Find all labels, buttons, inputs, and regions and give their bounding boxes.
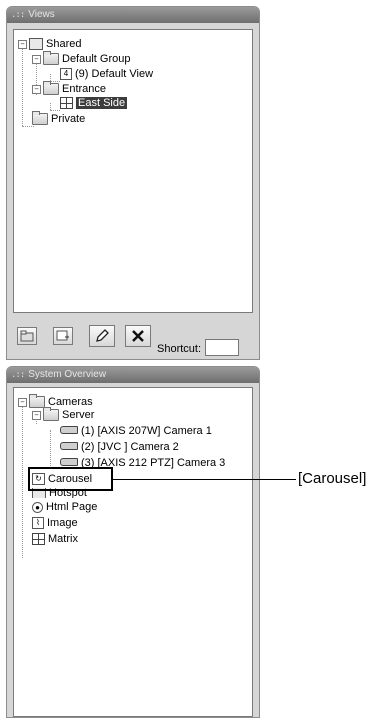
html-page-icon: ● <box>32 501 43 513</box>
shared-views-icon <box>29 38 43 50</box>
views-tree[interactable]: − Shared − Default Group 4 (9) Default V… <box>13 29 253 313</box>
system-overview-title: System Overview <box>28 369 107 380</box>
delete-x-icon <box>132 330 144 342</box>
callout-leader-line <box>113 479 296 480</box>
tree-item-private[interactable]: Private <box>32 111 86 126</box>
carousel-callout-label: [Carousel] <box>298 470 367 487</box>
folder-icon <box>43 51 59 65</box>
shortcut-label: Shortcut: <box>157 343 202 355</box>
tree-label: Private <box>51 113 86 125</box>
tree-item-default-view[interactable]: 4 (9) Default View <box>60 67 153 81</box>
camera-icon <box>60 457 78 466</box>
tree-label: (2) [JVC ] Camera 2 <box>81 441 179 453</box>
views-panel-header: .:: Views <box>7 7 259 23</box>
tree-label: (1) [AXIS 207W] Camera 1 <box>81 425 212 437</box>
delete-button[interactable] <box>125 325 151 347</box>
camera-icon <box>60 441 78 450</box>
new-group-button[interactable] <box>17 327 37 345</box>
tree-item-image[interactable]: ⌇ Image <box>32 516 78 530</box>
tree-label: Entrance <box>62 83 107 95</box>
folder-icon <box>32 111 48 125</box>
collapse-icon[interactable]: − <box>32 410 41 420</box>
tree-label: Cameras <box>48 396 93 408</box>
tree-item-camera-1[interactable]: (1) [AXIS 207W] Camera 1 <box>60 424 212 438</box>
pencil-icon <box>96 329 109 342</box>
shortcut-input[interactable] <box>205 339 239 356</box>
tree-label: Default Group <box>62 53 131 65</box>
carousel-callout-box <box>28 467 113 491</box>
tree-label-selected: East Side <box>76 97 128 109</box>
tree-item-cameras[interactable]: − Cameras <box>18 394 93 409</box>
quad-view-icon <box>60 97 73 109</box>
new-view-icon <box>56 330 69 341</box>
collapse-icon[interactable]: − <box>18 397 27 407</box>
tree-item-html-page[interactable]: ● Html Page <box>32 500 97 514</box>
tree-item-shared[interactable]: − Shared <box>18 37 81 51</box>
tree-item-server[interactable]: − Server <box>32 407 95 422</box>
tree-item-camera-2[interactable]: (2) [JVC ] Camera 2 <box>60 440 179 454</box>
tree-label: Html Page <box>46 501 98 513</box>
system-tree[interactable]: − Cameras − Server (1) [AXIS 207W] Camer… <box>13 387 253 717</box>
views-panel: .:: Views − Shared − Default Group 4 (9)… <box>6 6 260 360</box>
tree-label: (9) Default View <box>75 68 154 80</box>
folder-icon <box>43 407 59 421</box>
edit-button[interactable] <box>89 325 115 347</box>
tree-item-entrance[interactable]: − Entrance <box>32 81 107 96</box>
new-folder-icon <box>20 330 34 342</box>
tree-label: Image <box>47 517 78 529</box>
tree-label: Shared <box>46 38 82 50</box>
tree-label: Server <box>62 409 95 421</box>
folder-icon <box>43 81 59 95</box>
collapse-icon[interactable]: − <box>18 39 27 49</box>
system-overview-panel: .:: System Overview − Cameras − Server (… <box>6 366 260 718</box>
matrix-icon <box>32 533 45 545</box>
tree-item-default-group[interactable]: − Default Group <box>32 51 131 66</box>
system-overview-header: .:: System Overview <box>7 367 259 383</box>
grip-icon: .:: <box>11 370 25 380</box>
views-panel-title: Views <box>28 9 55 20</box>
grip-icon: .:: <box>11 10 25 20</box>
tree-item-matrix[interactable]: Matrix <box>32 532 78 546</box>
tree-item-east-side[interactable]: East Side <box>60 96 128 110</box>
camera-icon <box>60 425 78 434</box>
new-view-button[interactable] <box>53 327 73 345</box>
image-icon: ⌇ <box>32 517 44 529</box>
collapse-icon[interactable]: − <box>32 84 41 94</box>
tree-label: Matrix <box>48 533 78 545</box>
view-layout-icon: 4 <box>60 68 72 80</box>
collapse-icon[interactable]: − <box>32 54 41 64</box>
